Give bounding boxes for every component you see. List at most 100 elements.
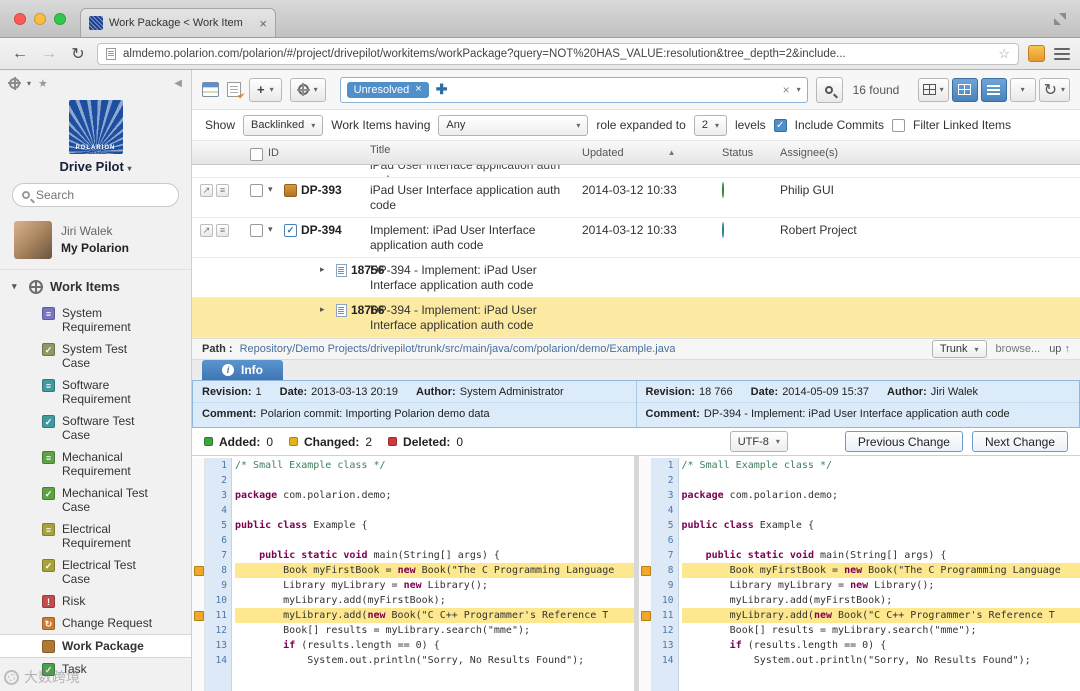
view-dropdown-button[interactable]: ▾ [1009, 77, 1036, 102]
sidebar-item-mechanical-requirement[interactable]: ≡ Mechanical Requirement [0, 446, 191, 482]
query-chip[interactable]: Unresolved × [346, 81, 429, 98]
sidebar-item-risk[interactable]: ! Risk [0, 590, 191, 612]
revision-row[interactable]: ▸ 18766 DP-394 - Implement: iPad User Inte… [192, 298, 1080, 338]
remove-filter-icon[interactable]: × [415, 84, 421, 95]
sidebar-tree: ▾ Work Items ≡ System Requirement ✓ System … [0, 269, 191, 691]
sidebar-item-software-test-case[interactable]: ✓ Software Test Case [0, 410, 191, 446]
revision-row[interactable]: ▸ 18756 DP-394 - Implement: iPad User Inte… [192, 258, 1080, 298]
window-minimize-button[interactable] [34, 13, 46, 25]
window-close-button[interactable] [14, 13, 26, 25]
browser-tab[interactable]: Work Package < Work Item × [80, 8, 276, 37]
query-field[interactable]: Unresolved × ✚ × ▾ [339, 76, 808, 103]
expand-row-icon[interactable]: ▸ [320, 263, 332, 275]
fullscreen-icon[interactable] [1054, 13, 1066, 25]
depth-select[interactable]: 2 ▾ [693, 114, 727, 136]
expand-row-icon[interactable]: ▸ [320, 303, 332, 315]
sidebar-item-change-request[interactable]: ↻ Change Request [0, 612, 191, 634]
column-header-id[interactable]: ID [268, 147, 370, 159]
sidebar-item-electrical-requirement[interactable]: ≡ Electrical Requirement [0, 518, 191, 554]
previous-change-button[interactable]: Previous Change [844, 431, 963, 452]
filter-linked-items-checkbox[interactable] [892, 118, 906, 132]
reload-button[interactable]: ↻ [68, 44, 88, 64]
user-panel[interactable]: Jiri Walek My Polarion [0, 217, 191, 269]
sidebar-item-task[interactable]: ✓ Task [0, 658, 191, 680]
work-items-section[interactable]: ▾ Work Items [0, 276, 191, 302]
sidebar-item-software-requirement[interactable]: ≡ Software Requirement [0, 374, 191, 410]
gear-icon[interactable] [9, 77, 20, 89]
url-bar[interactable]: almdemo.polarion.com/polarion/#/project/… [97, 42, 1019, 65]
project-selector[interactable]: Drive Pilot ▾ [0, 159, 191, 174]
next-change-button[interactable]: Next Change [971, 431, 1068, 452]
line-number: 11 [662, 610, 674, 621]
having-label: Work Items having [331, 118, 431, 132]
sidebar-item-work-package[interactable]: Work Package [0, 634, 191, 658]
sidebar-item-system-requirement[interactable]: ≡ System Requirement [0, 302, 191, 338]
backlinked-select[interactable]: Backlinked ▾ [243, 114, 324, 136]
line-number: 2 [221, 475, 227, 486]
row-checkbox[interactable] [250, 184, 263, 197]
diff-left-pane[interactable]: 1 2 3 4 5 6 7 8 9 10 11 12 13 14 /* Small Example cla… [192, 456, 634, 691]
extension-icon[interactable] [1028, 45, 1045, 62]
workitem-title: DP-394 - Implement: iPad User Interface … [370, 303, 537, 332]
source-diff: 1 2 3 4 5 6 7 8 9 10 11 12 13 14 /* Small Example cla… [192, 456, 1080, 691]
row-checkbox[interactable] [250, 224, 263, 237]
workitem-row[interactable]: ↗ ≡ ▾ DP-393 iPad User Interface application… [192, 178, 1080, 218]
up-arrow-icon: ↑ [1064, 343, 1071, 355]
collapse-row-icon[interactable]: ▾ [268, 223, 280, 235]
sidebar-item-system-test-case[interactable]: ✓ System Test Case [0, 338, 191, 374]
tab-info[interactable]: i Info [202, 360, 283, 380]
add-button[interactable]: + ▾ [249, 77, 282, 102]
search-input[interactable] [36, 188, 169, 202]
column-options-button[interactable]: ▾ [917, 77, 949, 102]
left-line-numbers: 1 2 3 4 5 6 7 8 9 10 11 12 13 14 [205, 458, 232, 691]
branch-select[interactable]: Trunk ▾ [931, 340, 987, 358]
right-code: /* Small Example class */ package com.pol… [679, 458, 1080, 691]
tree-expanded-icon[interactable]: ▾ [12, 281, 22, 292]
clear-query-icon[interactable]: × [783, 83, 790, 97]
add-query-icon[interactable]: ✚ [436, 81, 448, 98]
table-view-icon[interactable] [202, 82, 219, 97]
browse-link[interactable]: browse... [996, 343, 1041, 355]
role-select[interactable]: Any ▾ [438, 114, 589, 136]
collapse-sidebar-icon[interactable]: ◀ [174, 78, 182, 89]
open-item-icon[interactable]: ↗ [200, 224, 213, 237]
refresh-button[interactable]: ↻ ▾ [1038, 77, 1070, 102]
open-item-icon[interactable]: ↗ [200, 184, 213, 197]
settings-button[interactable]: ▾ [289, 77, 326, 102]
search-icon [22, 191, 30, 199]
testcase-icon: ✓ [42, 415, 55, 428]
window-zoom-button[interactable] [54, 13, 66, 25]
document-edit-icon[interactable] [227, 82, 241, 97]
column-header-title[interactable]: Title [370, 143, 582, 162]
breadcrumb[interactable]: Repository/Demo Projects/drivepilot/trun… [240, 343, 676, 355]
browser-menu-icon[interactable] [1054, 47, 1070, 60]
query-dropdown-icon[interactable]: ▾ [797, 85, 801, 94]
line-number: 13 [215, 640, 227, 651]
forward-button[interactable]: → [39, 45, 59, 63]
run-query-button[interactable] [815, 76, 843, 103]
encoding-select[interactable]: UTF-8 ▾ [729, 431, 788, 452]
column-header-updated[interactable]: Updated ▲ [582, 147, 722, 159]
favorites-star-icon[interactable]: ★ [38, 77, 48, 90]
sidebar-item-electrical-test-case[interactable]: ✓ Electrical Test Case [0, 554, 191, 590]
changed-stat: Changed: 2 [289, 435, 372, 449]
collapse-row-icon[interactable]: ▾ [268, 183, 280, 195]
chevron-down-icon[interactable]: ▾ [27, 79, 31, 88]
line-number: 5 [667, 520, 674, 531]
include-commits-checkbox[interactable] [773, 118, 787, 132]
my-polarion-link[interactable]: My Polarion [61, 241, 129, 255]
tree-view-button[interactable] [980, 77, 1007, 102]
tab-close-icon[interactable]: × [259, 17, 267, 30]
workitem-row[interactable]: ↗ ≡ ▾ ✓ DP-394 Implement: iPad User Interface… [192, 218, 1080, 258]
back-button[interactable]: ← [10, 45, 30, 63]
diff-right-pane[interactable]: 1 2 3 4 5 6 7 8 9 10 11 12 13 14 /* Small Example cla… [638, 456, 1080, 691]
item-properties-icon[interactable]: ≡ [216, 184, 229, 197]
item-properties-icon[interactable]: ≡ [216, 224, 229, 237]
column-header-status[interactable]: Status [722, 147, 780, 159]
bookmark-star-icon[interactable]: ☆ [998, 46, 1010, 62]
sidebar-item-mechanical-test-case[interactable]: ✓ Mechanical Test Case [0, 482, 191, 518]
select-all-checkbox[interactable] [250, 147, 263, 161]
column-header-assignee[interactable]: Assignee(s) [780, 147, 1080, 159]
table-view-button[interactable] [951, 77, 978, 102]
up-link[interactable]: up ↑ [1049, 343, 1070, 355]
